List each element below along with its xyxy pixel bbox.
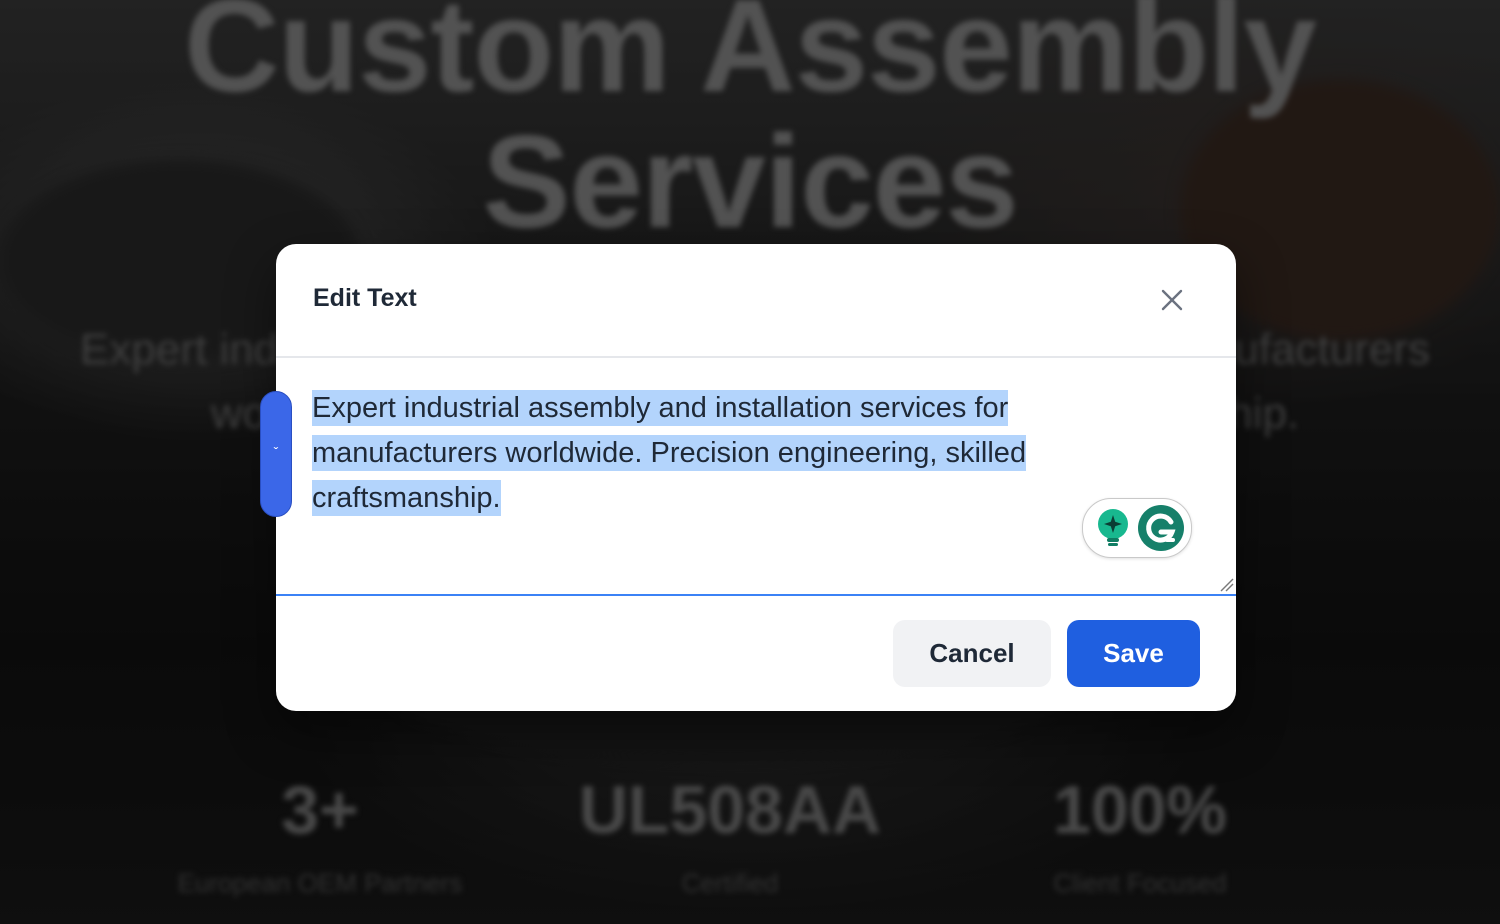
grammarly-g-icon[interactable] — [1137, 504, 1185, 552]
cancel-button[interactable]: Cancel — [893, 620, 1051, 687]
side-handle-toggle[interactable]: ˇ — [260, 391, 292, 517]
close-icon — [1161, 289, 1183, 311]
resize-handle-icon[interactable] — [1218, 576, 1234, 592]
close-button[interactable] — [1156, 284, 1188, 316]
editor-value[interactable]: Expert industrial assembly and installat… — [312, 386, 1102, 521]
lightbulb-sparkle-icon[interactable] — [1093, 506, 1133, 550]
edit-text-dialog: Edit Text Expert industrial assembly and… — [276, 244, 1236, 711]
grammarly-widget[interactable] — [1082, 498, 1192, 558]
dialog-title: Edit Text — [313, 284, 417, 312]
dialog-header: Edit Text — [276, 244, 1236, 358]
save-button[interactable]: Save — [1067, 620, 1200, 687]
selected-text[interactable]: Expert industrial assembly and installat… — [312, 390, 1027, 516]
chevron-down-icon: ˇ — [273, 444, 279, 460]
text-editor[interactable]: Expert industrial assembly and installat… — [276, 358, 1236, 596]
